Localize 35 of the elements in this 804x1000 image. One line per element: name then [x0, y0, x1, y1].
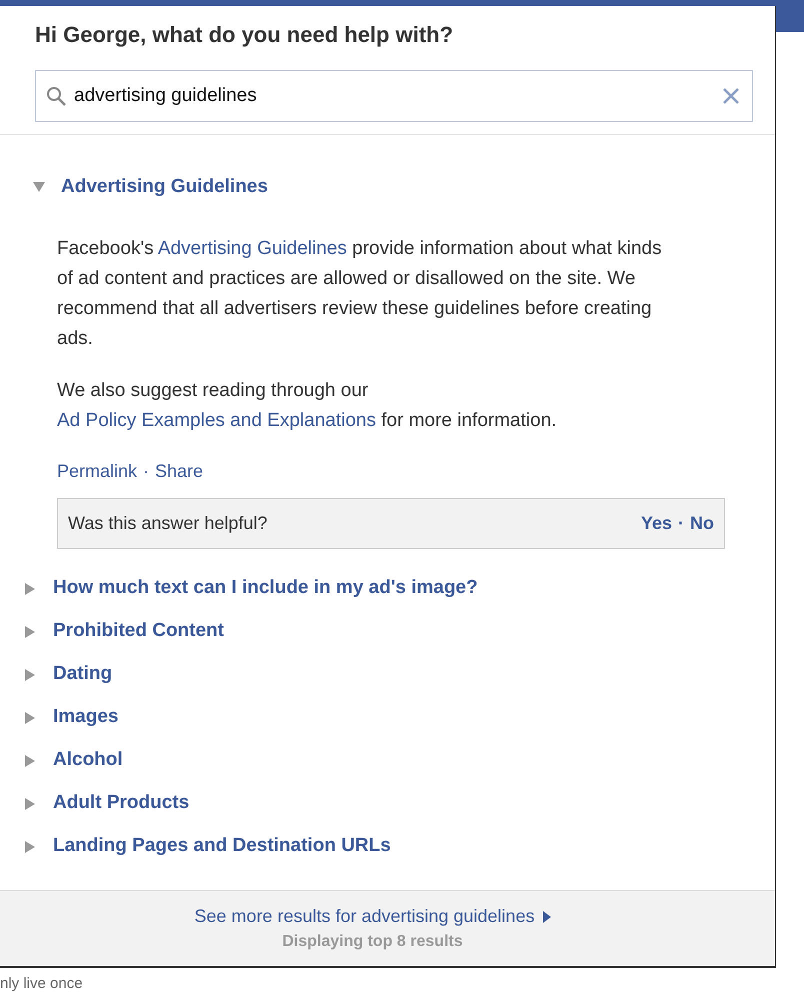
answer-paragraph: Facebook's Advertising Guidelines provide information about what kinds of ad content and practices are allowed or disallowed on the site. We recommend that all advertisers review these guidelines before creating ads. [57, 237, 663, 351]
background-text: nly live once [0, 974, 84, 994]
result-title-link[interactable]: Advertising Guidelines [61, 172, 268, 202]
triangle-right-icon[interactable] [24, 582, 36, 594]
close-icon [722, 87, 740, 105]
result-title-link[interactable]: How much text can I include in my ad's image? [53, 574, 478, 603]
triangle-down-icon[interactable] [33, 181, 45, 193]
triangle-right-icon[interactable] [24, 668, 36, 680]
answer-option-link[interactable]: No [690, 510, 714, 537]
triangle-right-icon[interactable] [24, 626, 36, 638]
caret-right-icon [542, 910, 551, 922]
action-link[interactable]: Share [155, 458, 204, 484]
result-title-link[interactable]: Dating [53, 660, 112, 689]
triangle-right-icon[interactable] [24, 798, 36, 810]
separator-dot: · [143, 460, 150, 482]
answer-link[interactable]: Advertising Guidelines [158, 238, 347, 259]
see-more-link[interactable]: See more results for advertising guidelines [194, 903, 551, 930]
search-field[interactable]: advertising guidelines [35, 70, 753, 122]
triangle-right-icon[interactable] [24, 754, 36, 766]
action-link[interactable]: Permalink [57, 458, 138, 484]
result-title-link[interactable]: Landing Pages and Destination URLs [53, 832, 391, 861]
result-title-link[interactable]: Adult Products [53, 789, 190, 818]
feedback-question: Was this answer helpful? [68, 512, 268, 535]
result-title-link[interactable]: Images [53, 703, 118, 732]
results-count: Displaying top 8 results [282, 932, 463, 952]
result-title-link[interactable]: Alcohol [53, 746, 123, 775]
result-title-link[interactable]: Prohibited Content [53, 617, 224, 646]
panel-title: Hi George, what do you need help with? [34, 21, 454, 49]
triangle-right-icon[interactable] [24, 712, 36, 724]
triangle-right-icon[interactable] [24, 840, 36, 852]
answer-paragraph: We also suggest reading through our Ad Policy Examples and Explanations for more information. [57, 379, 558, 433]
separator-dot: · [678, 512, 684, 535]
answer-option-link[interactable]: Yes [640, 510, 672, 537]
search-icon [46, 86, 66, 106]
answer-link[interactable]: Ad Policy Examples and Explanations [57, 410, 376, 431]
